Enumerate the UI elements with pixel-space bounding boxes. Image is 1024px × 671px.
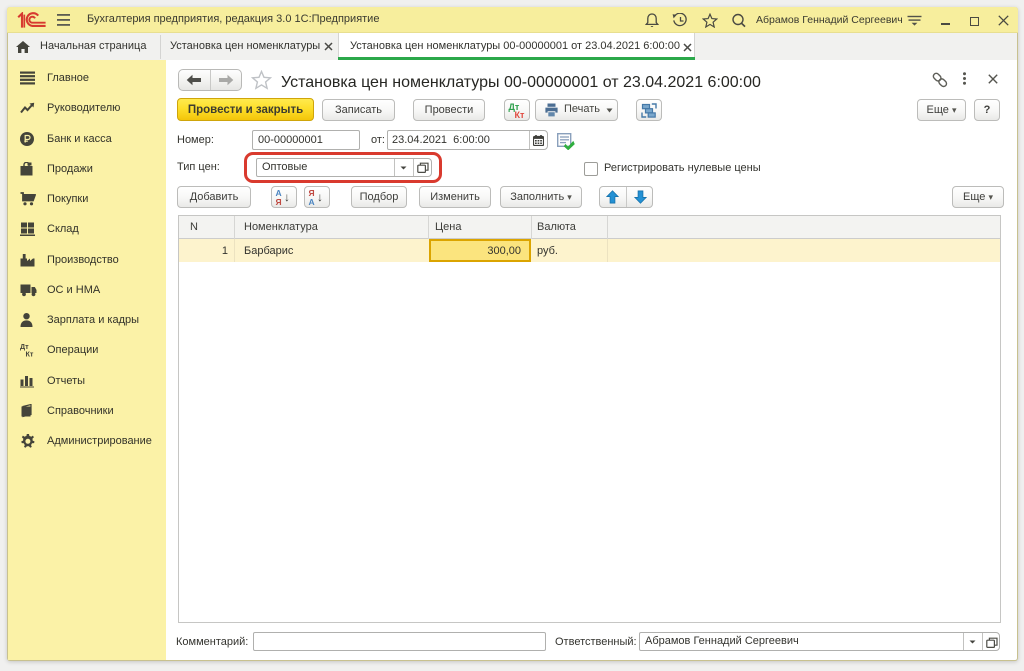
svg-text:Кт: Кт xyxy=(26,350,34,358)
